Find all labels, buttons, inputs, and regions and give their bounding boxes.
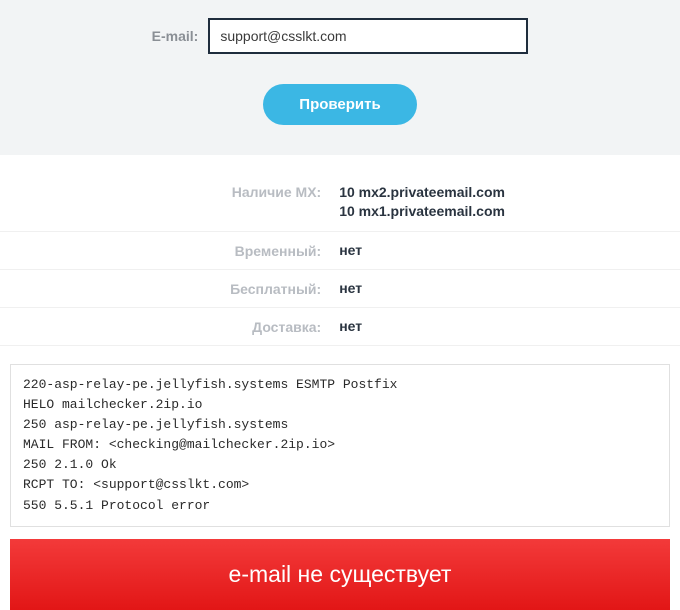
result-row-free: Бесплатный: нет <box>0 270 680 308</box>
mx-record-0: 10 mx2.privateemail.com <box>339 183 680 202</box>
status-banner: e-mail не существует <box>10 539 670 610</box>
button-row: Проверить <box>0 84 680 125</box>
email-form-row: E-mail: <box>0 18 680 54</box>
result-row-delivery: Доставка: нет <box>0 308 680 346</box>
results-section: Наличие MX: 10 mx2.privateemail.com 10 m… <box>0 155 680 346</box>
delivery-label: Доставка: <box>0 318 333 335</box>
result-row-mx: Наличие MX: 10 mx2.privateemail.com 10 m… <box>0 183 680 232</box>
form-section: E-mail: Проверить <box>0 0 680 155</box>
temporary-label: Временный: <box>0 242 333 259</box>
mx-record-1: 10 mx1.privateemail.com <box>339 202 680 221</box>
free-value: нет <box>333 280 680 296</box>
mx-label: Наличие MX: <box>0 183 333 200</box>
free-label: Бесплатный: <box>0 280 333 297</box>
email-input[interactable] <box>208 18 528 54</box>
temporary-value: нет <box>333 242 680 258</box>
check-button[interactable]: Проверить <box>263 84 416 125</box>
email-label: E-mail: <box>152 28 199 44</box>
smtp-log: 220-asp-relay-pe.jellyfish.systems ESMTP… <box>10 364 670 527</box>
result-row-temporary: Временный: нет <box>0 232 680 270</box>
mx-value: 10 mx2.privateemail.com 10 mx1.privateem… <box>333 183 680 221</box>
delivery-value: нет <box>333 318 680 334</box>
